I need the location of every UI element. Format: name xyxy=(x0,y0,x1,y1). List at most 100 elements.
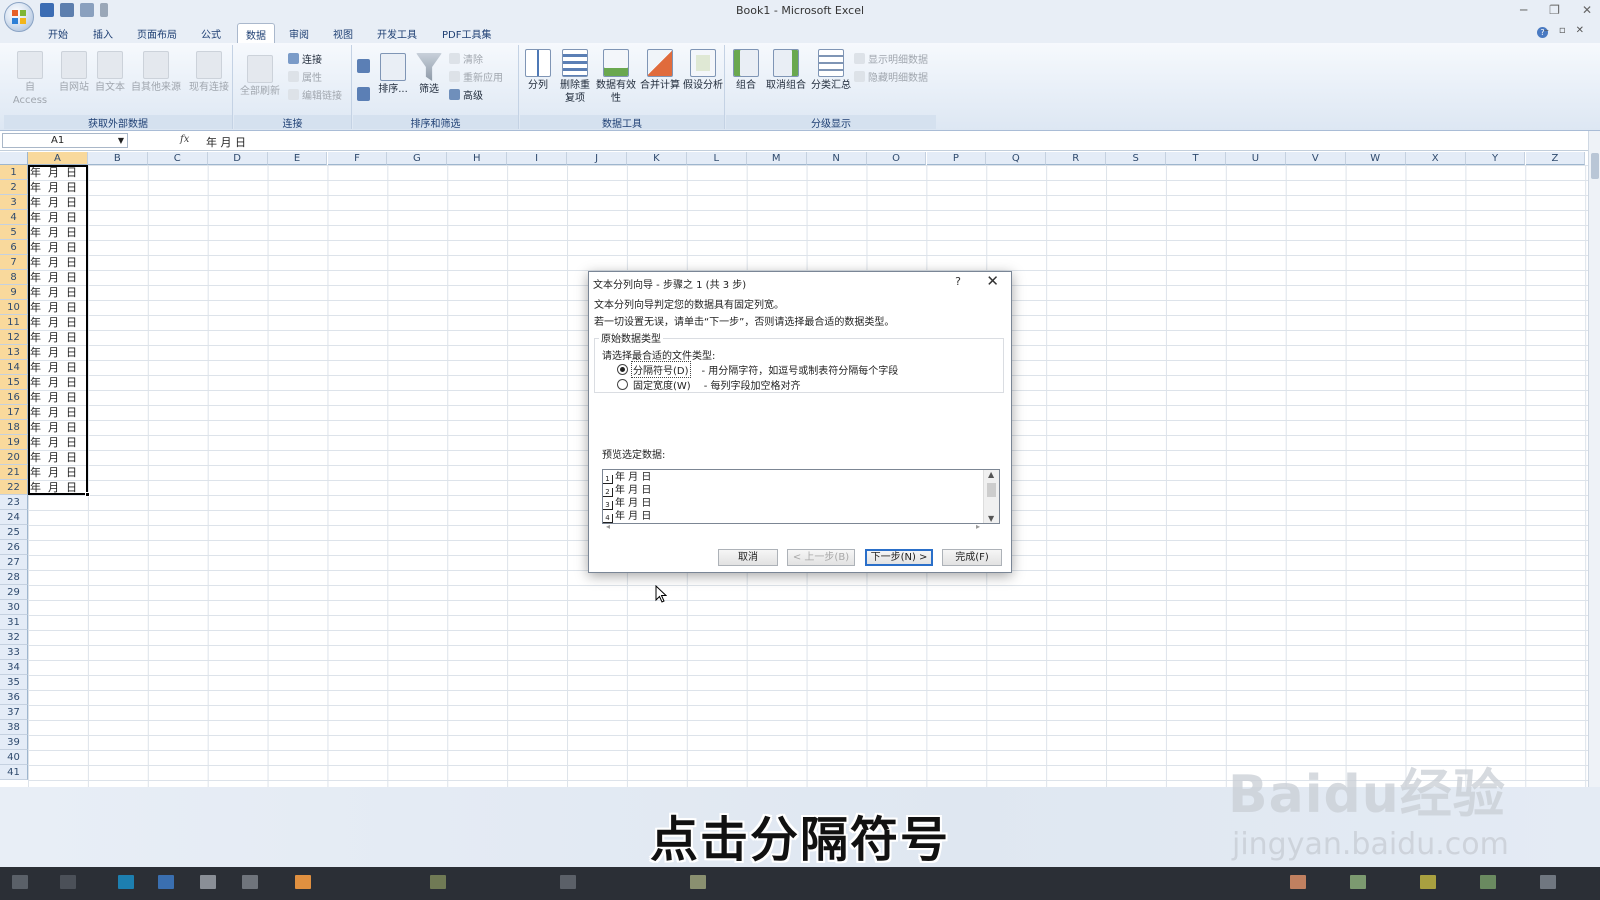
row-header[interactable]: 38 xyxy=(0,720,28,735)
row-header[interactable]: 6 xyxy=(0,240,28,255)
row-header[interactable]: 16 xyxy=(0,390,28,405)
column-header[interactable]: B xyxy=(87,152,148,165)
taskbar-icon[interactable] xyxy=(12,875,28,889)
row-header[interactable]: 33 xyxy=(0,645,28,660)
dialog-close-icon[interactable]: ✕ xyxy=(986,272,999,290)
column-header[interactable]: L xyxy=(686,152,747,165)
row-header[interactable]: 24 xyxy=(0,510,28,525)
existing-connections-button[interactable]: 现有连接 xyxy=(188,51,230,94)
scroll-right-icon[interactable]: ▸ xyxy=(976,522,980,531)
data-validation-button[interactable]: 数据有效性 xyxy=(596,49,636,105)
finish-button[interactable]: 完成(F) xyxy=(942,549,1002,566)
row-header[interactable]: 22 xyxy=(0,480,28,495)
tab-developer[interactable]: 开发工具 xyxy=(377,26,417,41)
row-header[interactable]: 28 xyxy=(0,570,28,585)
fixed-width-radio[interactable]: 固定宽度(W) - 每列字段加空格对齐 xyxy=(617,376,801,393)
taskbar-icon[interactable] xyxy=(118,875,134,889)
column-header[interactable]: Y xyxy=(1465,152,1526,165)
clear-filter-button[interactable]: 清除 xyxy=(449,51,483,66)
name-box[interactable]: A1 ▼ xyxy=(2,133,128,148)
row-header[interactable]: 5 xyxy=(0,225,28,240)
row-header[interactable]: 37 xyxy=(0,705,28,720)
hide-detail-button[interactable]: 隐藏明细数据 xyxy=(854,69,928,84)
filter-button[interactable]: 筛选 xyxy=(413,53,445,96)
taskbar-icon[interactable] xyxy=(60,875,76,889)
taskbar-icon[interactable] xyxy=(295,875,311,889)
vertical-scrollbar[interactable] xyxy=(1588,131,1600,787)
row-header[interactable]: 35 xyxy=(0,675,28,690)
text-to-columns-button[interactable]: 分列 xyxy=(522,49,554,92)
taskbar-icon[interactable] xyxy=(1480,875,1496,889)
row-header[interactable]: 40 xyxy=(0,750,28,765)
workbook-controls[interactable]: –▫✕ xyxy=(1544,25,1594,36)
scroll-thumb[interactable] xyxy=(1591,153,1599,179)
column-header[interactable]: J xyxy=(567,152,627,165)
properties-button[interactable]: 属性 xyxy=(288,69,322,84)
row-header[interactable]: 10 xyxy=(0,300,28,315)
row-header[interactable]: 8 xyxy=(0,270,28,285)
row-header[interactable]: 29 xyxy=(0,585,28,600)
tab-formulas[interactable]: 公式 xyxy=(201,26,221,41)
show-detail-button[interactable]: 显示明细数据 xyxy=(854,51,928,66)
minimize-icon[interactable]: ─ xyxy=(1520,3,1527,17)
column-header[interactable]: Q xyxy=(986,152,1047,165)
sort-ascending-button[interactable] xyxy=(357,59,370,73)
column-header[interactable]: R xyxy=(1046,152,1107,165)
tab-insert[interactable]: 插入 xyxy=(93,26,113,41)
reapply-button[interactable]: 重新应用 xyxy=(449,69,503,84)
cancel-button[interactable]: 取消 xyxy=(718,549,778,566)
row-header[interactable]: 41 xyxy=(0,765,28,780)
preview-box[interactable]: 1年 月 日2年 月 日3年 月 日4年 月 日 ▲ ▼ xyxy=(602,469,1000,524)
column-header[interactable]: S xyxy=(1106,152,1167,165)
row-header[interactable]: 3 xyxy=(0,195,28,210)
next-button[interactable]: 下一步(N) > xyxy=(865,549,933,566)
restore-icon[interactable]: ❐ xyxy=(1549,3,1560,17)
insert-function-icon[interactable]: fx xyxy=(180,134,189,145)
row-header[interactable]: 13 xyxy=(0,345,28,360)
taskbar-icon[interactable] xyxy=(158,875,174,889)
taskbar-icon[interactable] xyxy=(690,875,706,889)
row-header[interactable]: 30 xyxy=(0,600,28,615)
refresh-all-button[interactable]: 全部刷新 xyxy=(238,55,282,98)
column-header[interactable]: X xyxy=(1405,152,1466,165)
dropdown-icon[interactable]: ▼ xyxy=(118,134,124,147)
from-web-button[interactable]: 自网站 xyxy=(56,51,92,94)
ungroup-button[interactable]: 取消组合 xyxy=(764,49,808,92)
column-header[interactable]: I xyxy=(507,152,568,165)
preview-hscrollbar[interactable]: ◂ ▸ xyxy=(602,522,984,534)
tab-home[interactable]: 开始 xyxy=(48,26,68,41)
taskbar-icon[interactable] xyxy=(560,875,576,889)
taskbar-icon[interactable] xyxy=(200,875,216,889)
select-all-corner[interactable] xyxy=(0,152,28,165)
column-header[interactable]: W xyxy=(1345,152,1406,165)
row-header[interactable]: 4 xyxy=(0,210,28,225)
preview-scroll-thumb[interactable] xyxy=(987,483,996,497)
tab-page-layout[interactable]: 页面布局 xyxy=(137,26,177,41)
column-header[interactable]: M xyxy=(746,152,807,165)
group-button[interactable]: 组合 xyxy=(730,49,762,92)
column-header[interactable]: T xyxy=(1166,152,1226,165)
radio-dot[interactable] xyxy=(617,364,628,375)
sort-button[interactable]: 排序... xyxy=(375,53,411,96)
row-header[interactable]: 32 xyxy=(0,630,28,645)
column-header[interactable]: F xyxy=(327,152,388,165)
close-icon[interactable]: ✕ xyxy=(1582,3,1592,17)
row-header[interactable]: 23 xyxy=(0,495,28,510)
scroll-down-icon[interactable]: ▼ xyxy=(988,514,994,523)
fixed-width-label[interactable]: 固定宽度(W) xyxy=(631,376,693,393)
row-header[interactable]: 12 xyxy=(0,330,28,345)
radio-dot[interactable] xyxy=(617,379,628,390)
what-if-analysis-button[interactable]: 假设分析 xyxy=(682,49,724,92)
consolidate-button[interactable]: 合并计算 xyxy=(638,49,682,92)
row-header[interactable]: 15 xyxy=(0,375,28,390)
row-header[interactable]: 17 xyxy=(0,405,28,420)
column-header[interactable]: P xyxy=(926,152,987,165)
row-header[interactable]: 27 xyxy=(0,555,28,570)
row-header[interactable]: 19 xyxy=(0,435,28,450)
connections-button[interactable]: 连接 xyxy=(288,51,322,66)
row-header[interactable]: 11 xyxy=(0,315,28,330)
column-header[interactable]: E xyxy=(267,152,328,165)
column-header[interactable]: V xyxy=(1285,152,1346,165)
row-header[interactable]: 26 xyxy=(0,540,28,555)
column-header[interactable]: D xyxy=(207,152,268,165)
